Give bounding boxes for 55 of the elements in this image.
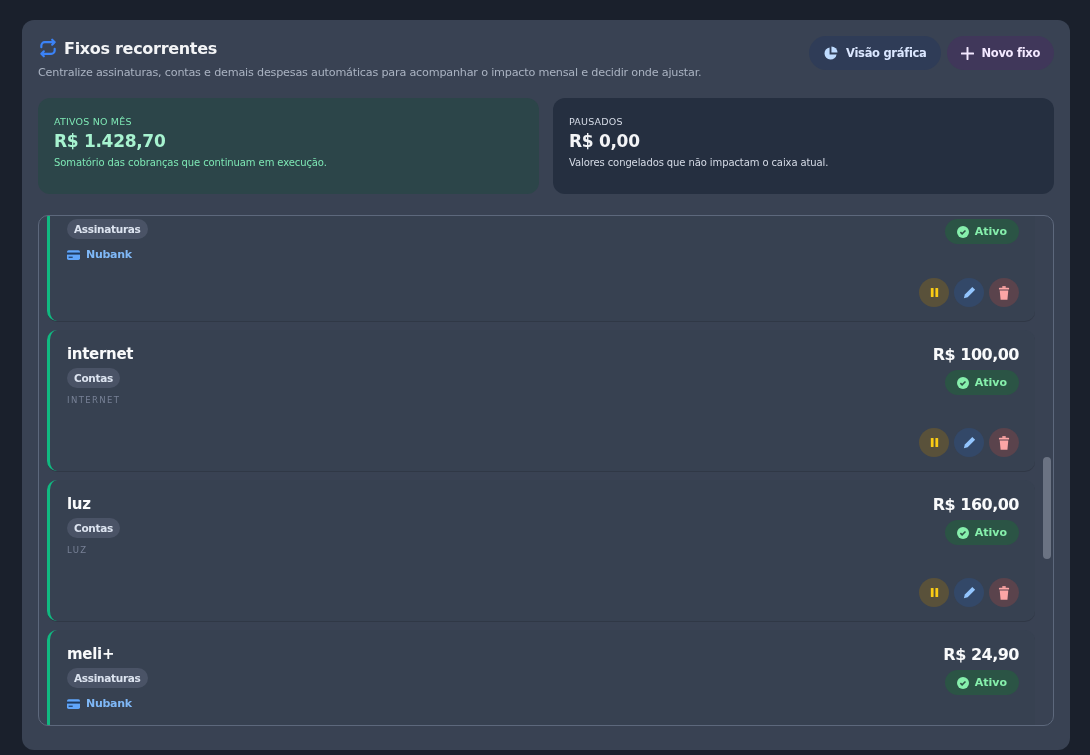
- pause-icon: [928, 287, 940, 298]
- pause-icon: [928, 587, 940, 598]
- credit-card-icon: [67, 249, 80, 260]
- pause-icon: [928, 437, 940, 448]
- expense-amount: R$ 160,00: [932, 495, 1019, 514]
- expense-amount: R$ 24,90: [943, 645, 1019, 664]
- expense-name: internet: [67, 345, 134, 363]
- trash-icon: [998, 585, 1010, 600]
- edit-button[interactable]: [954, 428, 984, 457]
- delete-button[interactable]: [989, 278, 1019, 307]
- plus-icon: [960, 46, 974, 60]
- expense-name: meli+: [67, 645, 115, 663]
- summary-value: R$ 1.428,70: [54, 131, 167, 151]
- pencil-icon: [961, 285, 977, 300]
- pie-chart-icon: [823, 45, 839, 61]
- category-tag: Contas: [67, 518, 120, 538]
- expense-name: luz: [67, 495, 91, 513]
- summary-note: Valores congelados que não impactam o caixa atual.: [569, 157, 830, 168]
- status-badge: Ativo: [944, 219, 1019, 244]
- new-item-button[interactable]: Novo fixo: [946, 36, 1054, 70]
- summary-label: PAUSADOS: [569, 116, 624, 127]
- repeat-icon: [38, 38, 58, 58]
- summary-value: R$ 0,00: [569, 131, 641, 151]
- page-subtitle: Centralize assinaturas, contas e demais despesas automáticas para acompanhar o impacto mensal e decidir onde ajustar.: [38, 66, 702, 79]
- account-name: Nubank: [86, 697, 132, 710]
- chart-view-button[interactable]: Visão gráfica: [809, 36, 941, 70]
- status-badge: Ativo: [944, 670, 1019, 695]
- delete-button[interactable]: [989, 428, 1019, 457]
- expense-caption: INTERNET: [67, 395, 121, 405]
- category-tag: Assinaturas: [67, 668, 148, 688]
- status-badge: Ativo: [944, 370, 1019, 395]
- expense-caption: LUZ: [67, 545, 88, 555]
- check-circle-icon: [956, 376, 969, 389]
- pause-button[interactable]: [919, 578, 949, 607]
- category-tag: Contas: [67, 368, 120, 388]
- trash-icon: [998, 285, 1010, 300]
- pause-button[interactable]: [919, 428, 949, 457]
- account-name: Nubank: [86, 248, 132, 261]
- expense-amount: R$ 100,00: [932, 345, 1019, 364]
- credit-card-icon: [67, 698, 80, 709]
- page-title: Fixos recorrentes: [64, 38, 217, 58]
- pause-button[interactable]: [919, 278, 949, 307]
- edit-button[interactable]: [954, 278, 984, 307]
- pencil-icon: [961, 435, 977, 450]
- delete-button[interactable]: [989, 578, 1019, 607]
- trash-icon: [998, 435, 1010, 450]
- check-circle-icon: [956, 225, 969, 238]
- summary-note: Somatório das cobranças que continuam em execução.: [54, 157, 328, 168]
- summary-label: ATIVOS NO MÊS: [54, 116, 133, 127]
- check-circle-icon: [956, 526, 969, 539]
- pencil-icon: [961, 585, 977, 600]
- check-circle-icon: [956, 676, 969, 689]
- edit-button[interactable]: [954, 578, 984, 607]
- status-badge: Ativo: [944, 520, 1019, 545]
- category-tag: Assinaturas: [67, 219, 148, 239]
